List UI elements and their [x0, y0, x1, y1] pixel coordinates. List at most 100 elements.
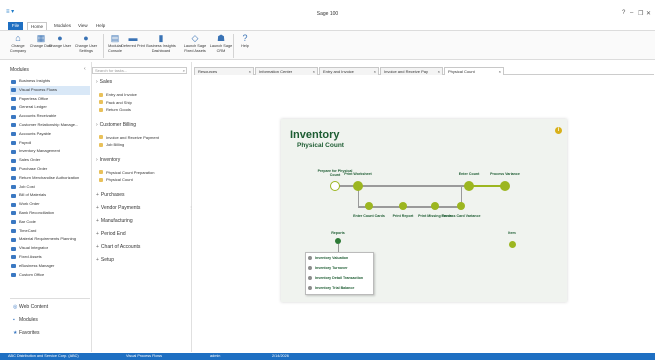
task-group-header[interactable]: › Sales: [96, 79, 112, 85]
document-tab[interactable]: Invoice and Receive Pay ×: [380, 67, 443, 75]
fixed-assets-icon: ◇: [191, 33, 199, 43]
step-label[interactable]: Process Variance: [485, 172, 525, 176]
nav-modules[interactable]: ▪ Modules: [13, 317, 38, 323]
step-print-missing-cards-node[interactable]: [431, 202, 439, 210]
task-group-header[interactable]: + Purchases: [96, 192, 125, 198]
info-icon[interactable]: i: [555, 127, 562, 134]
step-label[interactable]: Process Card Variance: [441, 214, 481, 218]
step-enter-count-cards-node[interactable]: [365, 202, 373, 210]
module-item[interactable]: Bar Code: [10, 218, 90, 227]
module-item[interactable]: Inventory Management: [10, 147, 90, 156]
task-group-header[interactable]: + Setup: [96, 257, 114, 263]
task-search-input[interactable]: Search for tasks... ⌕: [92, 67, 187, 74]
module-item[interactable]: eBusiness Manager: [10, 262, 90, 271]
step-process-variance-node[interactable]: [500, 181, 510, 191]
report-link[interactable]: Inventory Valuation: [306, 253, 373, 263]
task-group-header[interactable]: + Period End: [96, 231, 126, 237]
task-link[interactable]: Pack and Ship: [99, 100, 132, 105]
step-print-worksheet-node[interactable]: [353, 181, 363, 191]
deferred-print-button[interactable]: ▬ Deferred Print: [121, 33, 145, 49]
report-link[interactable]: Inventory Trial Balance: [306, 283, 373, 293]
module-item[interactable]: Accounts Payable: [10, 130, 90, 139]
module-item[interactable]: Bank Reconciliation: [10, 209, 90, 218]
step-print-report-node[interactable]: [399, 202, 407, 210]
task-group-header[interactable]: + Manufacturing: [96, 218, 133, 224]
nav-web-content[interactable]: ◎ Web Content: [13, 304, 48, 310]
close-tab-icon[interactable]: ×: [249, 68, 251, 75]
module-item[interactable]: Fixed Assets: [10, 253, 90, 262]
splitter-grip[interactable]: ⋮: [189, 205, 193, 210]
task-link[interactable]: Physical Count Preparation: [99, 170, 154, 175]
close-tab-icon[interactable]: ×: [499, 68, 501, 75]
task-group-header[interactable]: › Customer Billing: [96, 122, 136, 128]
menu-home[interactable]: Home: [27, 22, 48, 30]
expanded-chevron-icon: ›: [96, 79, 98, 85]
report-link[interactable]: Inventory Turnover: [306, 263, 373, 273]
menu-modules[interactable]: Modules: [51, 22, 74, 30]
task-group-header[interactable]: + Chart of Accounts: [96, 244, 140, 250]
business-insights-dashboard-button[interactable]: ▮ Business Insights Dashboard: [144, 33, 178, 53]
task-group-label: Inventory: [99, 156, 121, 163]
restore-icon[interactable]: ❐: [638, 10, 643, 17]
help-icon[interactable]: ?: [622, 10, 625, 16]
document-tab[interactable]: Resources ×: [194, 67, 254, 75]
document-tab[interactable]: Information Center ×: [255, 67, 318, 75]
close-tab-icon[interactable]: ×: [438, 68, 440, 75]
module-item[interactable]: Payroll: [10, 139, 90, 148]
module-item[interactable]: Paperless Office: [10, 95, 90, 104]
module-item[interactable]: Visual Process Flows: [10, 85, 90, 95]
close-icon[interactable]: ✕: [646, 10, 651, 17]
module-item[interactable]: Customer Relationship Manage...: [10, 121, 90, 130]
document-tab[interactable]: Entry and Invoice ×: [319, 67, 379, 75]
menu-file[interactable]: File: [8, 22, 23, 30]
title-bar: ≡ ▾ Sage 100 ? – ❐ ✕: [0, 0, 655, 22]
step-prepare-node[interactable]: [330, 181, 340, 191]
collapse-modules-icon[interactable]: ‹: [84, 66, 86, 72]
step-enter-count-node[interactable]: [464, 181, 474, 191]
tab-label: Invoice and Receive Pay: [384, 69, 429, 74]
task-group-header[interactable]: + Vendor Payments: [96, 205, 140, 211]
close-tab-icon[interactable]: ×: [374, 68, 376, 75]
task-link[interactable]: Job Billing: [99, 142, 124, 147]
step-label[interactable]: Print Worksheet: [338, 172, 378, 176]
nav-favorites[interactable]: ★ Favorites: [13, 330, 40, 336]
close-tab-icon[interactable]: ×: [313, 68, 315, 75]
minimize-icon[interactable]: –: [630, 10, 633, 16]
help-button[interactable]: ? Help: [233, 33, 257, 49]
module-item[interactable]: Material Requirements Planning: [10, 235, 90, 244]
task-group-header[interactable]: › Inventory: [96, 157, 120, 163]
module-item[interactable]: Job Cost: [10, 183, 90, 192]
module-item[interactable]: Accounts Receivable: [10, 112, 90, 121]
console-icon: ▤: [110, 33, 120, 43]
task-link[interactable]: Physical Count: [99, 177, 133, 182]
module-item[interactable]: Visual Integrator: [10, 244, 90, 253]
change-company-button[interactable]: ⌂ Change Company: [6, 33, 30, 53]
launch-crm-button[interactable]: ☗ Launch Sage CRM: [209, 33, 233, 53]
launch-fixed-assets-button[interactable]: ◇ Launch Sage Fixed Assets: [182, 33, 208, 53]
task-link[interactable]: Invoice and Receive Payment: [99, 135, 159, 140]
step-label[interactable]: Enter Count: [449, 172, 489, 176]
module-item[interactable]: Work Order: [10, 200, 90, 209]
change-user-settings-button[interactable]: ● Change User Settings: [72, 33, 100, 53]
module-item[interactable]: TimeCard: [10, 227, 90, 236]
menu-help[interactable]: Help: [93, 22, 108, 30]
menu-view[interactable]: View: [75, 22, 91, 30]
report-link[interactable]: Inventory Detail Transaction: [306, 273, 373, 283]
item-icon[interactable]: [509, 241, 516, 248]
task-link[interactable]: Return Goods: [99, 107, 131, 112]
module-item[interactable]: Bill of Materials: [10, 191, 90, 200]
change-user-button[interactable]: ● Change User: [48, 33, 72, 49]
step-process-card-variance-node[interactable]: [457, 202, 465, 210]
modules-splitter[interactable]: [10, 298, 90, 301]
module-item[interactable]: General Ledger: [10, 103, 90, 112]
module-item[interactable]: Custom Office: [10, 271, 90, 280]
reports-label: Reports: [331, 231, 345, 235]
module-item[interactable]: Return Merchandise Authorization: [10, 174, 90, 183]
module-item[interactable]: Purchase Order: [10, 165, 90, 174]
module-item[interactable]: Business Insights: [10, 77, 90, 86]
module-item[interactable]: Sales Order: [10, 156, 90, 165]
task-link[interactable]: Entry and Invoice: [99, 92, 137, 97]
crm-icon: ☗: [216, 33, 226, 43]
document-tab[interactable]: Physical Count ×: [444, 67, 504, 75]
search-icon[interactable]: ⌕: [183, 68, 185, 73]
